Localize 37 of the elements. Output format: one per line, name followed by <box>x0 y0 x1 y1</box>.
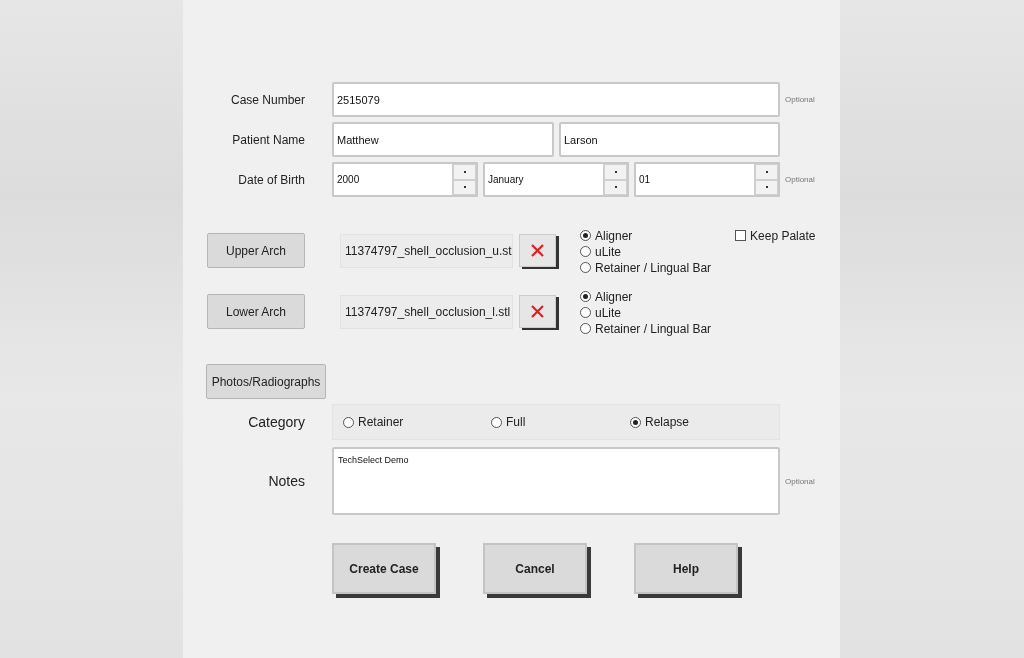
arch-button[interactable]: Upper Arch <box>207 233 305 268</box>
remove-file-button[interactable] <box>519 234 556 267</box>
arch-button[interactable]: Lower Arch <box>207 294 305 329</box>
first-name-field[interactable]: Matthew <box>332 122 554 157</box>
remove-file-button[interactable] <box>519 295 556 328</box>
radio-option[interactable]: Full <box>491 414 630 430</box>
optional-note: Optional <box>785 175 815 184</box>
photos-button[interactable]: Photos/Radiographs <box>206 364 326 399</box>
month-field[interactable]: January <box>483 162 604 197</box>
radio-option[interactable]: uLite <box>580 244 712 259</box>
keep-palate-checkbox[interactable]: Keep Palate <box>735 228 816 243</box>
field-label: Category <box>247 414 305 430</box>
optional-note: Optional <box>785 476 815 486</box>
field-label: Case Number <box>229 92 305 107</box>
spin-up-button[interactable] <box>453 164 476 180</box>
file-name: 11374797_shell_occlusion_u.st <box>340 233 513 268</box>
radio-option[interactable]: Retainer / Lingual Bar <box>580 260 712 275</box>
radio-option[interactable]: Aligner <box>580 289 712 304</box>
field-label: Patient Name <box>231 132 305 147</box>
notes-field[interactable]: TechSelect Demo <box>332 447 780 515</box>
optional-note: Optional <box>785 95 815 104</box>
close-icon <box>531 305 544 318</box>
year-field[interactable]: 2000 <box>332 162 453 197</box>
radio-option[interactable]: Aligner <box>580 228 712 243</box>
field-label: Date of Birth <box>237 172 305 187</box>
spin-up-button[interactable] <box>755 164 778 180</box>
radio-option[interactable]: uLite <box>580 305 712 320</box>
field-label: Notes <box>267 473 305 489</box>
last-name-field[interactable]: Larson <box>559 122 780 157</box>
close-icon <box>531 244 544 257</box>
radio-option[interactable]: Retainer <box>343 414 491 430</box>
case-number-field[interactable]: 2515079 <box>332 82 780 117</box>
file-name: 11374797_shell_occlusion_l.stl <box>340 294 513 329</box>
day-field[interactable]: 01 <box>634 162 755 197</box>
radio-option[interactable]: Relapse <box>630 414 779 430</box>
spin-up-button[interactable] <box>604 164 627 180</box>
radio-option[interactable]: Retainer / Lingual Bar <box>580 321 712 336</box>
